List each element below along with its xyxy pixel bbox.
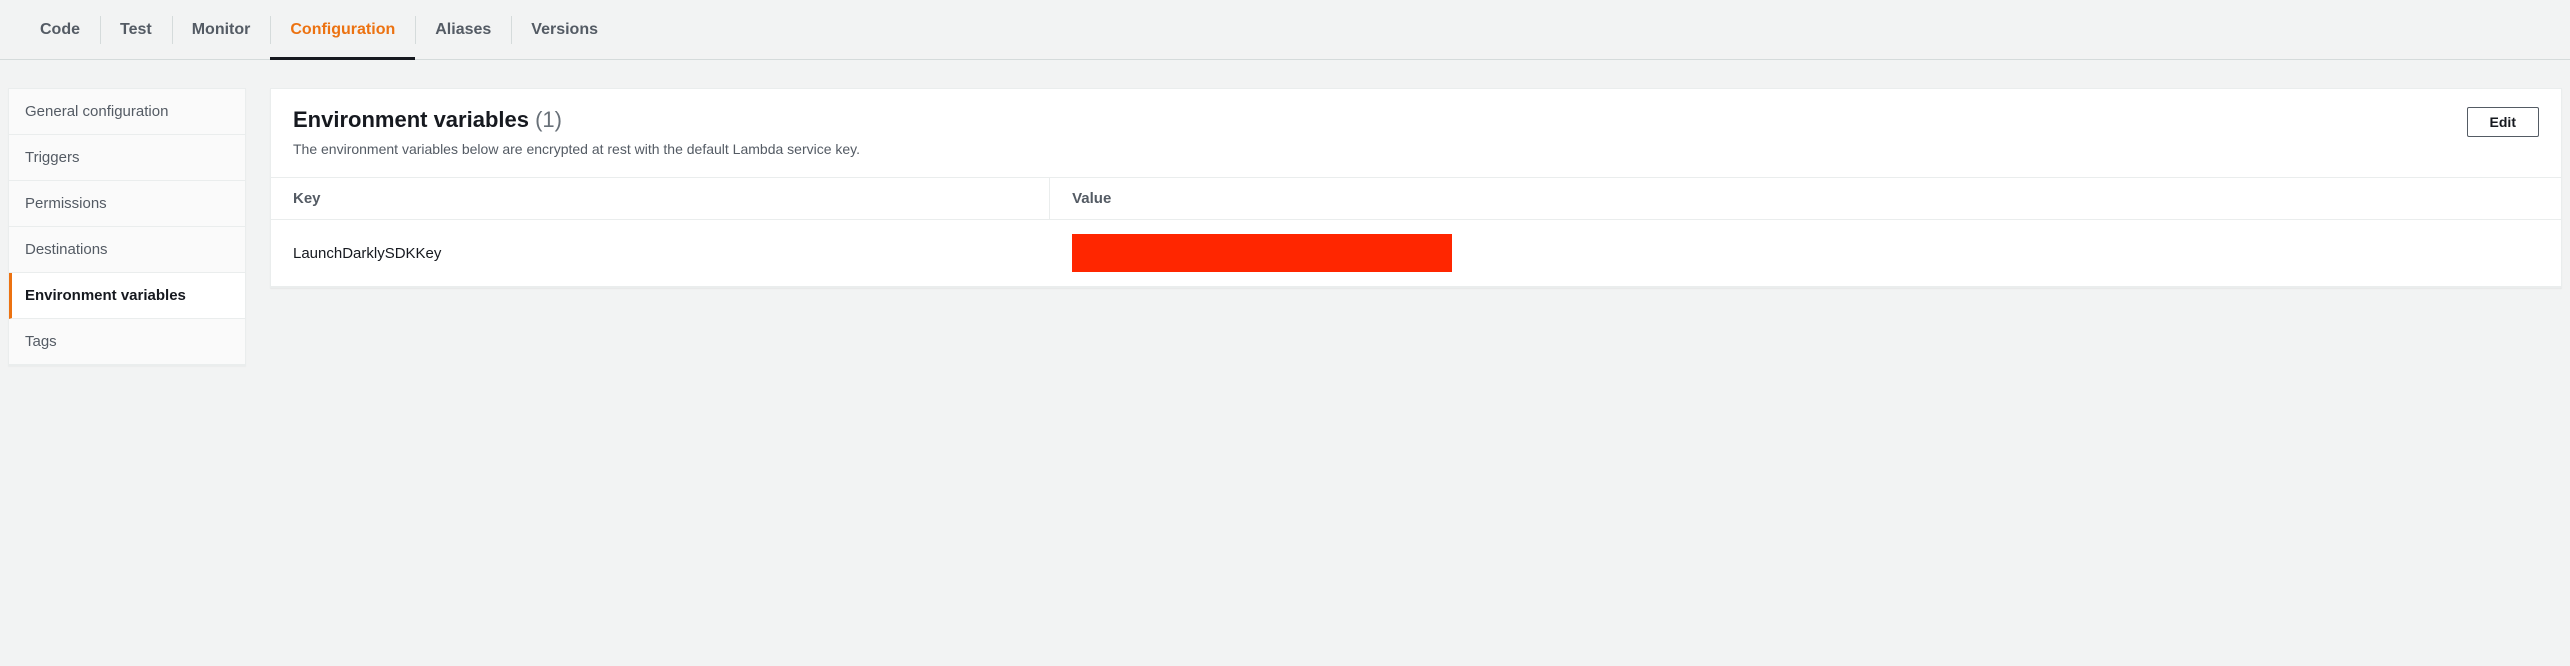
env-var-value-cell (1050, 220, 2561, 287)
panel-title: Environment variables (1) (293, 107, 860, 133)
sidebar-item-permissions[interactable]: Permissions (9, 181, 245, 227)
panel-title-count: (1) (535, 107, 562, 132)
top-tabs: Code Test Monitor Configuration Aliases … (0, 0, 2570, 60)
environment-variables-panel: Environment variables (1) The environmen… (270, 88, 2562, 288)
layout: General configuration Triggers Permissio… (0, 60, 2570, 366)
env-var-key-cell: LaunchDarklySDKKey (271, 220, 1050, 287)
panel-header: Environment variables (1) The environmen… (271, 89, 2561, 177)
tab-test[interactable]: Test (100, 0, 172, 60)
env-vars-table: Key Value LaunchDarklySDKKey (271, 177, 2561, 287)
sidebar-item-triggers[interactable]: Triggers (9, 135, 245, 181)
panel-description: The environment variables below are encr… (293, 141, 860, 157)
tab-configuration[interactable]: Configuration (270, 0, 415, 60)
table-header-key: Key (271, 178, 1050, 220)
edit-button[interactable]: Edit (2467, 107, 2539, 137)
tab-monitor[interactable]: Monitor (172, 0, 271, 60)
sidebar-item-destinations[interactable]: Destinations (9, 227, 245, 273)
panel-title-text: Environment variables (293, 107, 529, 132)
tab-aliases[interactable]: Aliases (415, 0, 511, 60)
table-row: LaunchDarklySDKKey (271, 220, 2561, 287)
panel-title-wrap: Environment variables (1) The environmen… (293, 107, 860, 157)
redacted-value (1072, 234, 1452, 272)
sidebar-item-tags[interactable]: Tags (9, 319, 245, 365)
sidebar-item-general-configuration[interactable]: General configuration (9, 89, 245, 135)
main-content: Environment variables (1) The environmen… (270, 88, 2562, 288)
table-header-value: Value (1050, 178, 2561, 220)
sidebar-item-environment-variables[interactable]: Environment variables (9, 273, 245, 319)
tab-code[interactable]: Code (20, 0, 100, 60)
configuration-sidebar: General configuration Triggers Permissio… (8, 88, 246, 366)
tab-versions[interactable]: Versions (511, 0, 618, 60)
table-header-row: Key Value (271, 178, 2561, 220)
